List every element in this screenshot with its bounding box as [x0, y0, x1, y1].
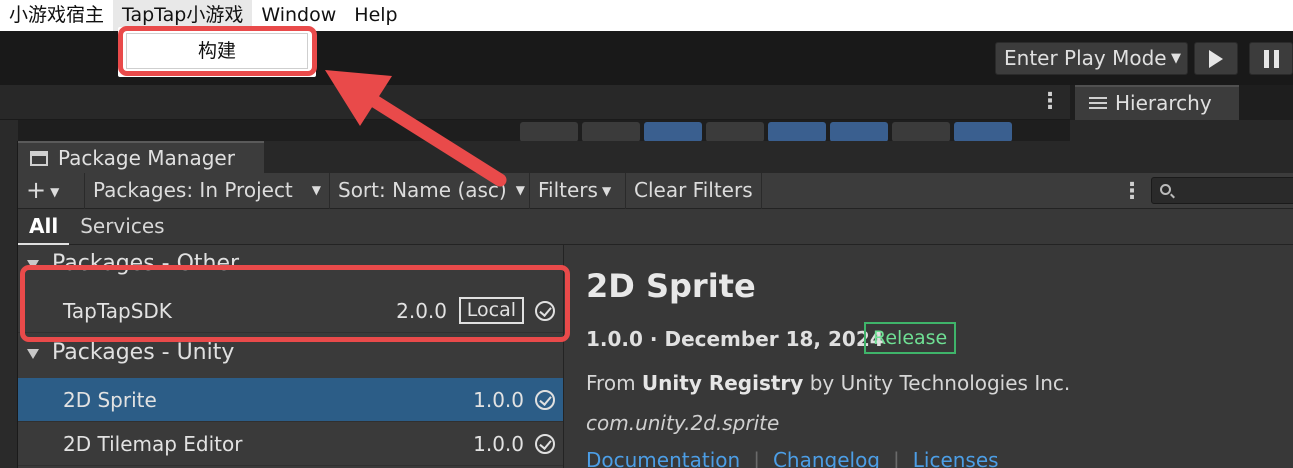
unity-editor-window: 小游戏宿主 TapTap小游戏 Window Help Enter Play M…: [0, 0, 1293, 468]
scene-tool-button[interactable]: [520, 122, 578, 142]
scene-tool-button[interactable]: [706, 122, 764, 142]
scene-view-edge: [0, 120, 18, 468]
package-icon: [30, 151, 48, 166]
search-icon: [1160, 184, 1171, 195]
plus-icon: +: [26, 175, 47, 204]
tab-all[interactable]: All: [18, 209, 70, 246]
hierarchy-tab-label: Hierarchy: [1115, 91, 1212, 115]
package-name: 2D Sprite: [63, 388, 157, 412]
menu-minigame-host[interactable]: 小游戏宿主: [0, 0, 113, 31]
scene-tool-button[interactable]: [582, 122, 640, 142]
installed-check-icon: [535, 390, 555, 410]
link-separator: |: [753, 448, 760, 468]
package-manager-tab-row: Package Manager: [18, 141, 1293, 173]
sort-label: Sort: Name (asc): [338, 177, 507, 202]
filters-label: Filters: [538, 177, 598, 202]
package-row-taptapsdk[interactable]: TapTapSDK 2.0.0 Local: [18, 289, 563, 333]
documentation-link[interactable]: Documentation: [586, 448, 740, 468]
package-version: 2.0.0: [396, 299, 447, 323]
chevron-down-icon: ▼: [50, 184, 60, 199]
play-icon: [1209, 49, 1223, 68]
from-prefix: From: [586, 371, 636, 395]
group-title: Packages - Unity: [52, 340, 235, 365]
tab-services[interactable]: Services: [69, 209, 175, 244]
installed-check-icon: [535, 301, 555, 321]
scene-tool-button[interactable]: [768, 122, 826, 142]
package-links: Documentation | Changelog | Licenses: [586, 448, 999, 468]
local-badge: Local: [458, 297, 524, 324]
menu-item-build[interactable]: 构建: [126, 33, 308, 69]
release-badge: Release: [864, 322, 957, 354]
pause-button[interactable]: [1249, 42, 1293, 75]
group-header-unity[interactable]: Packages - Unity: [18, 334, 563, 372]
chevron-down-icon: ▼: [601, 183, 612, 198]
clear-filters-label: Clear Filters: [634, 177, 753, 202]
scene-tool-button[interactable]: [830, 122, 888, 142]
package-name: TapTapSDK: [63, 299, 172, 323]
scene-tool-button[interactable]: [954, 122, 1012, 142]
enter-play-mode-dropdown[interactable]: Enter Play Mode ▼: [995, 42, 1188, 75]
scene-view-header: ⋮: [0, 85, 1070, 120]
registry-name: Unity Registry: [641, 371, 804, 395]
chevron-down-icon: ▼: [311, 182, 321, 197]
package-version: 1.0.0: [473, 388, 524, 412]
play-button[interactable]: [1194, 42, 1238, 75]
tab-hierarchy[interactable]: Hierarchy: [1075, 85, 1239, 120]
package-source: From Unity Registry by Unity Technologie…: [586, 371, 1070, 395]
installed-check-icon: [535, 434, 555, 454]
package-details: 2D Sprite 1.0.0 · December 18, 2024 Rele…: [565, 245, 1293, 468]
scene-tool-strip: [520, 122, 1012, 142]
package-row-2d-sprite[interactable]: 2D Sprite 1.0.0: [18, 378, 563, 422]
package-name: 2D Tilemap Editor: [63, 432, 243, 456]
expand-triangle-icon: [27, 349, 39, 359]
packages-scope-label: Packages: In Project: [93, 177, 293, 202]
package-row-2d-tilemap-editor[interactable]: 2D Tilemap Editor 1.0.0: [18, 422, 563, 466]
scene-tool-button[interactable]: [892, 122, 950, 142]
package-subtabs: All Services: [18, 209, 1293, 246]
author-text: by Unity Technologies Inc.: [809, 371, 1071, 395]
sort-dropdown[interactable]: Sort: Name (asc) ▼: [330, 172, 530, 209]
group-title: Packages - Other: [52, 251, 240, 276]
changelog-link[interactable]: Changelog: [773, 448, 880, 468]
play-mode-label: Enter Play Mode: [1004, 46, 1167, 70]
packages-scope-dropdown[interactable]: Packages: In Project ▼: [85, 172, 330, 209]
chevron-down-icon: ▼: [515, 182, 525, 197]
package-list: Packages - Other TapTapSDK 2.0.0 Local P…: [18, 245, 564, 468]
package-manager-toolbar: + ▼ Packages: In Project ▼ Sort: Name (as…: [18, 172, 1293, 209]
taptap-dropdown-menu: 构建: [118, 27, 316, 77]
hierarchy-list-icon: [1089, 97, 1107, 111]
scene-more-icon[interactable]: ⋮: [1039, 91, 1061, 113]
expand-triangle-icon: [27, 260, 39, 270]
pause-icon: [1263, 49, 1279, 68]
package-version: 1.0.0: [473, 432, 524, 456]
package-version-date: 1.0.0 · December 18, 2024: [586, 327, 884, 351]
tab-package-manager[interactable]: Package Manager: [18, 141, 264, 173]
package-title: 2D Sprite: [586, 267, 756, 305]
package-id: com.unity.2d.sprite: [586, 411, 780, 435]
package-manager-window: Package Manager + ▼ Packages: In Project …: [17, 141, 1293, 468]
package-manager-tab-label: Package Manager: [58, 146, 235, 170]
clear-filters-button[interactable]: Clear Filters: [626, 172, 762, 209]
scene-tool-button[interactable]: [644, 122, 702, 142]
licenses-link[interactable]: Licenses: [913, 448, 999, 468]
chevron-down-icon: ▼: [1171, 51, 1181, 66]
package-manager-more-icon[interactable]: ⋮: [1121, 181, 1143, 203]
menu-help[interactable]: Help: [345, 0, 406, 31]
group-header-other[interactable]: Packages - Other: [18, 245, 563, 283]
link-separator: |: [893, 448, 900, 468]
add-package-button[interactable]: + ▼: [18, 172, 85, 209]
filters-dropdown[interactable]: Filters ▼: [530, 172, 626, 209]
package-search-input[interactable]: [1151, 177, 1293, 204]
